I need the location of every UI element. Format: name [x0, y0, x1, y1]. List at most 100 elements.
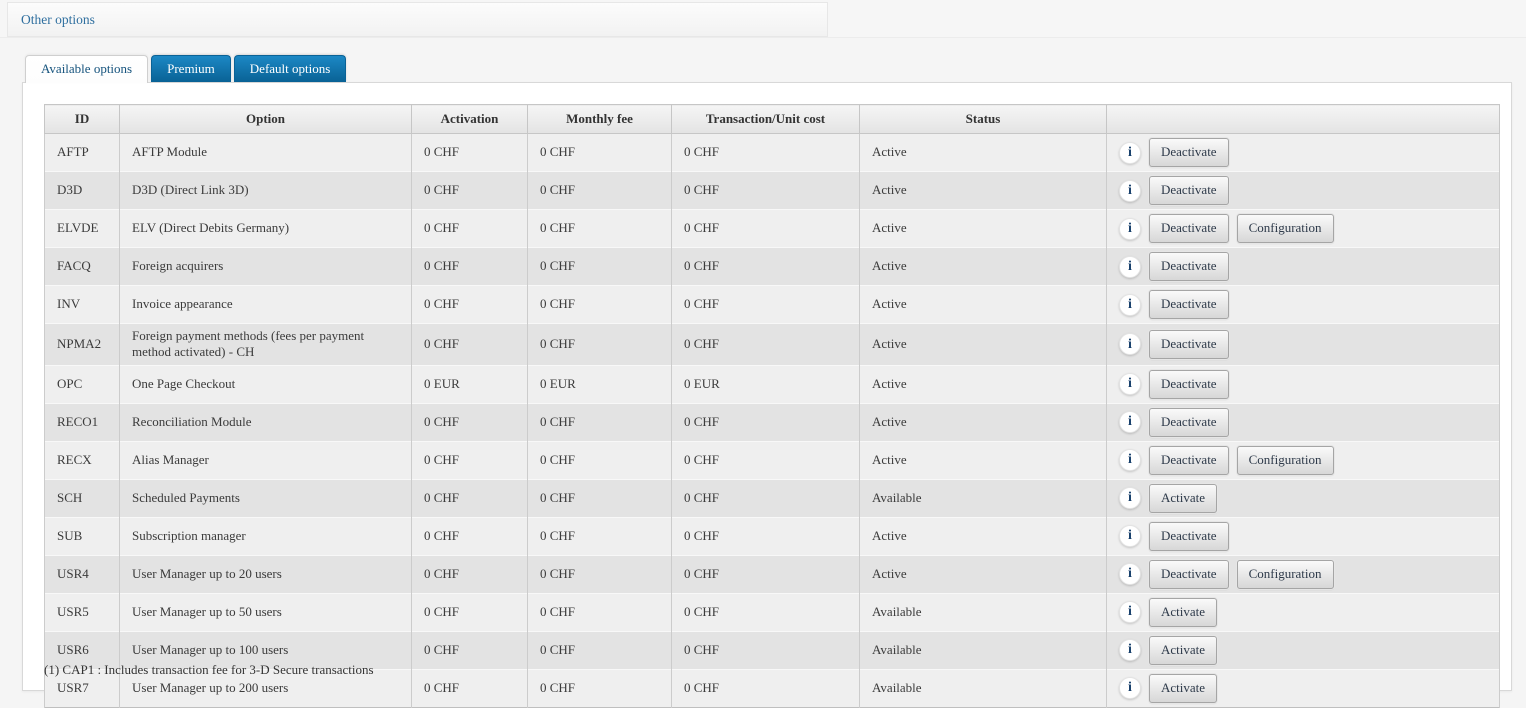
cell-status: Available — [860, 669, 1107, 707]
cell-monthly-fee: 0 EUR — [528, 365, 672, 403]
activate-button[interactable]: Activate — [1149, 674, 1217, 703]
cell-activation: 0 CHF — [412, 286, 528, 324]
cell-status: Active — [860, 555, 1107, 593]
cell-actions: i Deactivate — [1107, 517, 1500, 555]
cell-status: Active — [860, 517, 1107, 555]
cell-actions: i Deactivate — [1107, 248, 1500, 286]
cell-transaction-cost: 0 CHF — [672, 210, 860, 248]
cell-activation: 0 CHF — [412, 555, 528, 593]
page-title: Other options — [8, 12, 95, 28]
cell-activation: 0 EUR — [412, 365, 528, 403]
table-body: AFTP AFTP Module 0 CHF 0 CHF 0 CHF Activ… — [45, 134, 1500, 708]
cell-transaction-cost: 0 CHF — [672, 669, 860, 707]
info-icon[interactable]: i — [1119, 677, 1141, 699]
cell-option: D3D (Direct Link 3D) — [120, 172, 412, 210]
deactivate-button[interactable]: Deactivate — [1149, 560, 1229, 589]
cell-activation: 0 CHF — [412, 324, 528, 366]
cell-actions: i Deactivate — [1107, 324, 1500, 366]
tab-bar: Available options Premium Default option… — [25, 55, 346, 83]
deactivate-button[interactable]: Deactivate — [1149, 252, 1229, 281]
deactivate-button[interactable]: Deactivate — [1149, 330, 1229, 359]
info-icon[interactable]: i — [1119, 487, 1141, 509]
cell-id: SCH — [45, 479, 120, 517]
cell-transaction-cost: 0 EUR — [672, 365, 860, 403]
info-icon[interactable]: i — [1119, 373, 1141, 395]
deactivate-button[interactable]: Deactivate — [1149, 138, 1229, 167]
cell-activation: 0 CHF — [412, 210, 528, 248]
cell-status: Active — [860, 365, 1107, 403]
cell-option: Invoice appearance — [120, 286, 412, 324]
deactivate-button[interactable]: Deactivate — [1149, 446, 1229, 475]
deactivate-button[interactable]: Deactivate — [1149, 176, 1229, 205]
cell-transaction-cost: 0 CHF — [672, 403, 860, 441]
activate-button[interactable]: Activate — [1149, 598, 1217, 627]
cell-option: Reconciliation Module — [120, 403, 412, 441]
cell-option: Foreign acquirers — [120, 248, 412, 286]
info-icon[interactable]: i — [1119, 256, 1141, 278]
column-header-activation: Activation — [412, 105, 528, 134]
cell-id: USR4 — [45, 555, 120, 593]
info-icon[interactable]: i — [1119, 180, 1141, 202]
activate-button[interactable]: Activate — [1149, 484, 1217, 513]
cell-transaction-cost: 0 CHF — [672, 555, 860, 593]
cell-actions: i Deactivate Configuration — [1107, 210, 1500, 248]
info-icon[interactable]: i — [1119, 142, 1141, 164]
column-header-option: Option — [120, 105, 412, 134]
table-row: D3D D3D (Direct Link 3D) 0 CHF 0 CHF 0 C… — [45, 172, 1500, 210]
info-icon[interactable]: i — [1119, 525, 1141, 547]
cell-option: Foreign payment methods (fees per paymen… — [120, 324, 412, 366]
cell-id: ELVDE — [45, 210, 120, 248]
cell-monthly-fee: 0 CHF — [528, 286, 672, 324]
cell-status: Available — [860, 593, 1107, 631]
info-icon[interactable]: i — [1119, 333, 1141, 355]
cell-monthly-fee: 0 CHF — [528, 248, 672, 286]
tab-available-options[interactable]: Available options — [25, 55, 148, 83]
cell-activation: 0 CHF — [412, 631, 528, 669]
cell-monthly-fee: 0 CHF — [528, 593, 672, 631]
cell-status: Active — [860, 324, 1107, 366]
deactivate-button[interactable]: Deactivate — [1149, 370, 1229, 399]
info-icon[interactable]: i — [1119, 411, 1141, 433]
info-icon[interactable]: i — [1119, 449, 1141, 471]
cell-monthly-fee: 0 CHF — [528, 210, 672, 248]
deactivate-button[interactable]: Deactivate — [1149, 290, 1229, 319]
table-row: NPMA2 Foreign payment methods (fees per … — [45, 324, 1500, 366]
table-row: RECO1 Reconciliation Module 0 CHF 0 CHF … — [45, 403, 1500, 441]
cell-monthly-fee: 0 CHF — [528, 555, 672, 593]
cell-option: One Page Checkout — [120, 365, 412, 403]
cell-activation: 0 CHF — [412, 479, 528, 517]
deactivate-button[interactable]: Deactivate — [1149, 408, 1229, 437]
table-row: RECX Alias Manager 0 CHF 0 CHF 0 CHF Act… — [45, 441, 1500, 479]
info-icon[interactable]: i — [1119, 294, 1141, 316]
cell-option: AFTP Module — [120, 134, 412, 172]
tab-premium[interactable]: Premium — [151, 55, 231, 82]
cell-monthly-fee: 0 CHF — [528, 172, 672, 210]
cell-status: Active — [860, 403, 1107, 441]
info-icon[interactable]: i — [1119, 601, 1141, 623]
configuration-button[interactable]: Configuration — [1237, 560, 1334, 589]
table-header-row: ID Option Activation Monthly fee Transac… — [45, 105, 1500, 134]
cell-monthly-fee: 0 CHF — [528, 669, 672, 707]
configuration-button[interactable]: Configuration — [1237, 214, 1334, 243]
table-row: USR4 User Manager up to 20 users 0 CHF 0… — [45, 555, 1500, 593]
table-row: INV Invoice appearance 0 CHF 0 CHF 0 CHF… — [45, 286, 1500, 324]
cell-monthly-fee: 0 CHF — [528, 441, 672, 479]
cell-id: RECX — [45, 441, 120, 479]
cell-actions: i Deactivate Configuration — [1107, 441, 1500, 479]
info-icon[interactable]: i — [1119, 639, 1141, 661]
cell-id: SUB — [45, 517, 120, 555]
cell-option: User Manager up to 20 users — [120, 555, 412, 593]
column-header-transaction-cost: Transaction/Unit cost — [672, 105, 860, 134]
info-icon[interactable]: i — [1119, 563, 1141, 585]
cell-option: Subscription manager — [120, 517, 412, 555]
activate-button[interactable]: Activate — [1149, 636, 1217, 665]
deactivate-button[interactable]: Deactivate — [1149, 522, 1229, 551]
cell-actions: i Deactivate — [1107, 172, 1500, 210]
deactivate-button[interactable]: Deactivate — [1149, 214, 1229, 243]
info-icon[interactable]: i — [1119, 218, 1141, 240]
cell-actions: i Deactivate Configuration — [1107, 555, 1500, 593]
tab-default-options[interactable]: Default options — [234, 55, 347, 82]
cell-monthly-fee: 0 CHF — [528, 134, 672, 172]
cell-transaction-cost: 0 CHF — [672, 286, 860, 324]
configuration-button[interactable]: Configuration — [1237, 446, 1334, 475]
